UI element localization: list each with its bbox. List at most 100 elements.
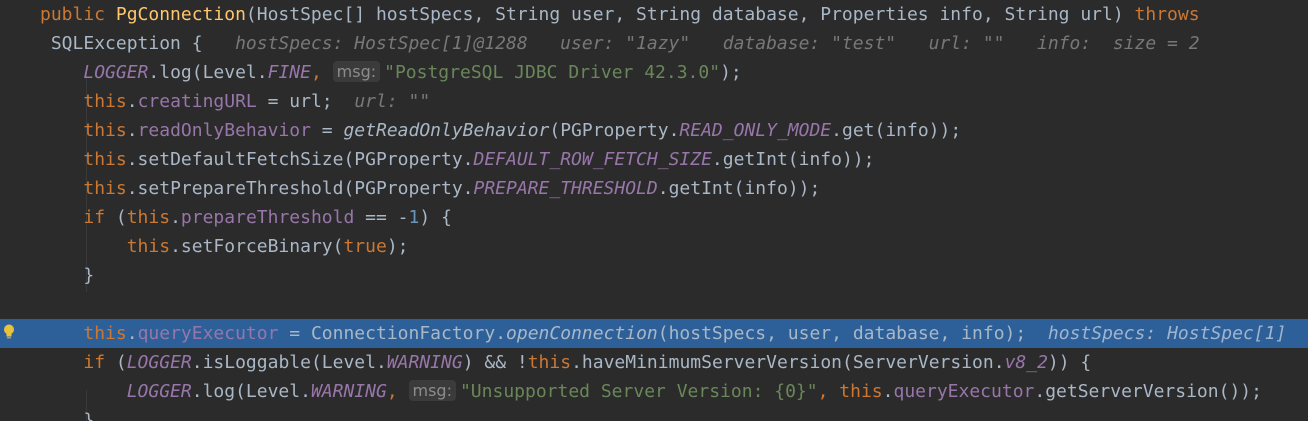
string-literal: "Unsupported Server Version: {0}": [459, 381, 818, 402]
code-token: prepareThreshold: [180, 207, 355, 228]
code-token: LOGGER: [126, 352, 192, 373]
code-token: getReadOnlyBehavior: [343, 120, 550, 141]
code-line[interactable]: LOGGER.log(Level.WARNING, msg: "Unsupport…: [0, 377, 1308, 406]
code-token: ) && !: [462, 352, 528, 373]
code-token: .setPrepareThreshold(PGProperty.: [126, 178, 474, 199]
code-token: == -: [354, 207, 409, 228]
keyword-token: this: [83, 120, 127, 141]
code-token: READ_ONLY_MODE: [679, 120, 832, 141]
code-token: .: [170, 207, 181, 228]
code-token: WARNING: [310, 381, 387, 402]
code-token: (hostSpecs, user, database, info);: [657, 323, 1027, 344]
code-line[interactable]: this.setPrepareThreshold(PGProperty.PREP…: [0, 174, 1308, 203]
code-token: .getServerVersion());: [1034, 381, 1262, 402]
code-token: WARNING: [386, 352, 463, 373]
code-token: .setDefaultFetchSize(PGProperty.: [126, 149, 474, 170]
code-token: .log(Level.: [191, 381, 311, 402]
code-editor[interactable]: public PgConnection(HostSpec[] hostSpecs…: [0, 0, 1308, 421]
code-token: );: [720, 62, 742, 83]
code-token: .log(Level.: [148, 62, 268, 83]
debugger-inline-value: hostSpecs: HostSpec[1]@1288 user: "1azy"…: [202, 33, 1200, 54]
code-token: )) {: [1047, 352, 1092, 373]
code-line[interactable]: this.setForceBinary(true);: [0, 232, 1308, 261]
code-token: DEFAULT_ROW_FETCH_SIZE: [473, 149, 712, 170]
keyword-token: this: [126, 207, 171, 228]
keyword-token: this: [839, 381, 883, 402]
code-token: .getInt(info));: [711, 149, 875, 170]
code-token: }: [83, 265, 95, 286]
code-line[interactable]: SQLException { hostSpecs: HostSpec[1]@12…: [0, 29, 1308, 58]
debugger-inline-value: url: "": [332, 91, 431, 112]
keyword-token: throws: [1134, 4, 1200, 25]
code-token: .setForceBinary(: [170, 236, 344, 257]
code-token: .: [126, 120, 138, 141]
keyword-token: this: [527, 352, 572, 373]
code-token: openConnection: [506, 323, 658, 344]
code-token: v8_2: [1004, 352, 1048, 373]
keyword-token: this: [83, 323, 127, 344]
keyword-token: if: [83, 352, 116, 373]
keyword-token: this: [83, 178, 127, 199]
code-token: readOnlyBehavior: [137, 120, 311, 141]
keyword-token: ,: [310, 62, 333, 83]
code-token: (HostSpec[] hostSpecs, String user, Stri…: [245, 4, 1135, 25]
keyword-token: if: [83, 207, 116, 228]
code-token: .get(info));: [831, 120, 962, 141]
keyword-token: this: [126, 236, 171, 257]
code-line[interactable]: if (LOGGER.isLoggable(Level.WARNING) && …: [0, 348, 1308, 377]
execution-point-line[interactable]: this.queryExecutor = ConnectionFactory.o…: [0, 319, 1308, 348]
code-token: );: [386, 236, 409, 257]
code-token: queryExecutor: [137, 323, 279, 344]
code-token: .getInt(info));: [657, 178, 821, 199]
code-token: (PGProperty.: [549, 120, 680, 141]
code-line[interactable]: if (this.prepareThreshold == -1) {: [0, 203, 1308, 232]
code-token: PREPARE_THRESHOLD: [473, 178, 658, 199]
code-line[interactable]: this.creatingURL = url; url: "": [0, 87, 1308, 116]
code-token: .: [882, 381, 894, 402]
code-token: (: [115, 352, 127, 373]
string-literal: "PostgreSQL JDBC Driver 42.3.0": [384, 62, 721, 83]
code-line[interactable]: LOGGER.log(Level.FINE, msg: "PostgreSQL J…: [0, 58, 1308, 87]
code-token: PgConnection: [115, 4, 246, 25]
code-token: LOGGER: [126, 381, 192, 402]
code-line[interactable]: }: [0, 261, 1308, 290]
keyword-token: ,: [817, 381, 840, 402]
keyword-token: ,: [386, 381, 409, 402]
code-token: .: [126, 91, 138, 112]
code-token: (: [115, 207, 127, 228]
code-token: = ConnectionFactory.: [278, 323, 507, 344]
code-token: LOGGER: [83, 62, 149, 83]
code-token: .: [126, 323, 138, 344]
keyword-token: true: [343, 236, 387, 257]
code-line[interactable]: [0, 290, 1308, 319]
code-token: SQLException {: [50, 33, 203, 54]
code-token: = url;: [256, 91, 333, 112]
keyword-token: public: [40, 4, 116, 25]
code-line[interactable]: public PgConnection(HostSpec[] hostSpecs…: [0, 0, 1308, 29]
code-line[interactable]: this.readOnlyBehavior = getReadOnlyBehav…: [0, 116, 1308, 145]
parameter-name-hint: msg:: [332, 61, 381, 82]
code-token: =: [310, 120, 344, 141]
lightbulb-icon[interactable]: [2, 323, 16, 341]
code-token: .haveMinimumServerVersion(ServerVersion.: [571, 352, 1005, 373]
parameter-name-hint: msg:: [408, 380, 456, 401]
code-token: }: [83, 410, 95, 421]
code-line[interactable]: }: [0, 406, 1308, 421]
code-line[interactable]: this.setDefaultFetchSize(PGProperty.DEFA…: [0, 145, 1308, 174]
code-token: .isLoggable(Level.: [191, 352, 387, 373]
code-token: FINE: [267, 62, 311, 83]
code-token: queryExecutor: [893, 381, 1035, 402]
keyword-token: this: [83, 149, 127, 170]
